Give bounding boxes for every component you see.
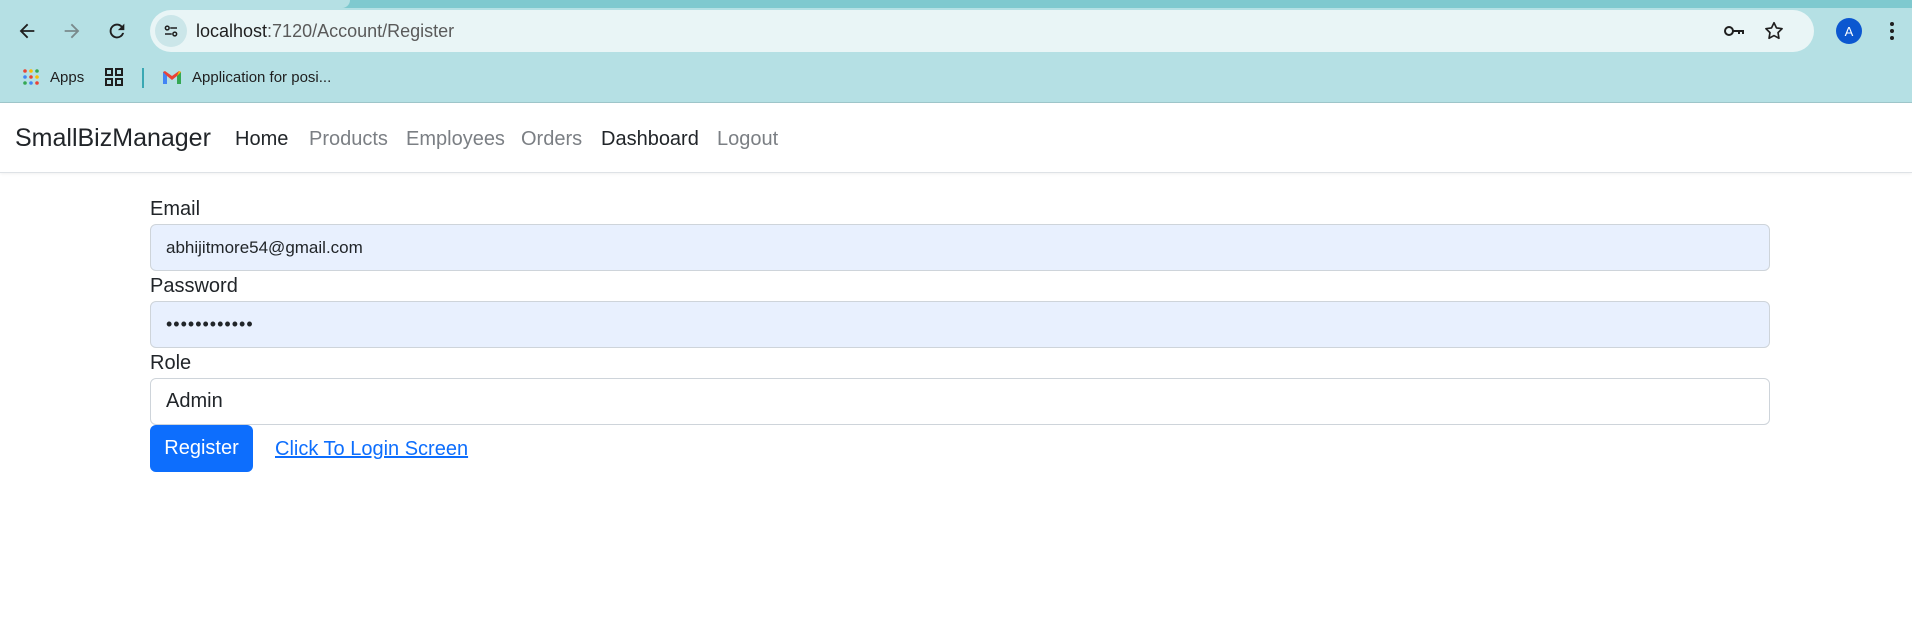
bookmark-star-button[interactable] <box>1762 19 1786 43</box>
gmail-icon <box>163 71 181 84</box>
nav-products[interactable]: Products <box>309 128 388 151</box>
bookmark-apps-label: Apps <box>50 68 85 86</box>
brand-link[interactable]: SmallBizManager <box>15 124 211 153</box>
site-info-icon <box>164 25 178 37</box>
email-field[interactable]: abhijitmore54@gmail.com <box>150 224 1770 271</box>
active-tab-edge[interactable] <box>0 0 350 8</box>
site-info-button[interactable] <box>155 15 187 47</box>
reload-button[interactable] <box>100 14 134 48</box>
nav-logout[interactable]: Logout <box>717 128 778 151</box>
reload-icon <box>109 23 125 39</box>
tab-groups-icon <box>105 68 123 86</box>
register-button[interactable]: Register <box>150 425 253 472</box>
back-button[interactable] <box>10 14 44 48</box>
forward-button[interactable] <box>55 14 89 48</box>
app-navbar: SmallBizManager Home Products Employees … <box>0 103 1912 173</box>
bookmark-gmail-label: Application for posi... <box>192 68 332 86</box>
bookmark-gmail[interactable]: Application for posi... <box>162 64 331 90</box>
tab-strip <box>0 0 1912 8</box>
profile-avatar[interactable]: A <box>1836 18 1862 44</box>
nav-dashboard[interactable]: Dashboard <box>601 128 699 151</box>
email-label: Email <box>150 198 201 220</box>
login-screen-link[interactable]: Click To Login Screen <box>275 438 468 461</box>
bookmarks-bar: Apps Application for posi... <box>0 62 1912 92</box>
menu-dots-icon[interactable] <box>1880 16 1904 46</box>
address-bar[interactable]: localhost:7120/Account/Register <box>150 10 1814 52</box>
role-value: Admin <box>166 390 223 412</box>
tab-groups-button[interactable] <box>104 64 124 90</box>
password-key-button[interactable] <box>1722 19 1746 43</box>
password-field[interactable]: •••••••••••• <box>150 301 1770 348</box>
forward-arrow-icon <box>64 23 80 39</box>
password-value: •••••••••••• <box>166 314 254 334</box>
password-key-icon <box>1724 26 1744 36</box>
back-arrow-icon <box>19 23 35 39</box>
role-label: Role <box>150 352 192 374</box>
url-host: localhost <box>196 21 268 41</box>
url-path: :7120/Account/Register <box>267 21 455 41</box>
bookmarks-separator <box>142 68 144 88</box>
url-text[interactable]: localhost:7120/Account/Register <box>196 21 454 42</box>
bookmark-apps[interactable]: Apps <box>22 64 84 90</box>
nav-home[interactable]: Home <box>235 128 288 151</box>
browser-chrome: localhost:7120/Account/Register A Apps A… <box>0 0 1912 102</box>
email-value: abhijitmore54@gmail.com <box>166 237 363 257</box>
password-label: Password <box>150 275 238 297</box>
apps-grid-icon <box>23 69 39 85</box>
nav-orders[interactable]: Orders <box>521 128 582 151</box>
nav-employees[interactable]: Employees <box>406 128 505 151</box>
star-bookmark-icon <box>1765 21 1783 40</box>
role-field[interactable]: Admin <box>150 378 1770 425</box>
